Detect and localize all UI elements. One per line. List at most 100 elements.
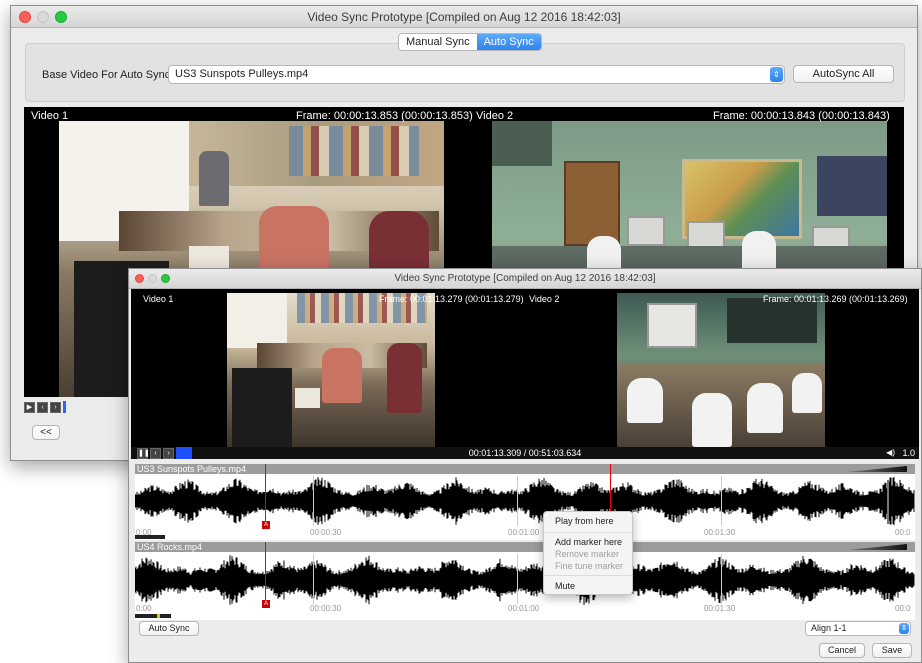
audio-track-1[interactable]: US3 Sunspots Pulleys.mp4 0:00 00:00:30 0… (135, 464, 915, 540)
tick-label: 00:01:30 (704, 528, 736, 537)
cabinet (564, 161, 620, 246)
tab-auto-sync[interactable]: Auto Sync (476, 34, 541, 50)
marker-badge[interactable]: A (262, 600, 270, 608)
cancel-button[interactable]: Cancel (819, 643, 865, 658)
menu-separator (544, 575, 632, 576)
grid-line (721, 554, 722, 604)
minimize-window-icon[interactable] (37, 11, 49, 23)
close-window-icon[interactable] (135, 274, 144, 283)
playback-bar: ❚❚ ‹ › 00:01:13.309 / 00:51:03.634 ◀) 1.… (131, 447, 919, 459)
menu-item-play-from-here[interactable]: Play from here (555, 516, 614, 526)
position-marker (157, 614, 160, 618)
student-figure (742, 231, 776, 271)
save-button[interactable]: Save (872, 643, 912, 658)
waveform-2[interactable] (135, 554, 915, 606)
tick-label: 00:00:30 (310, 528, 342, 537)
zoom-window-icon[interactable] (55, 11, 67, 23)
base-video-value: US3 Sunspots Pulleys.mp4 (175, 68, 309, 80)
tick-label: 00:01:00 (508, 604, 540, 613)
zoom-window-icon[interactable] (161, 274, 170, 283)
menu-item-add-marker[interactable]: Add marker here (555, 537, 622, 547)
track-1-header: US3 Sunspots Pulleys.mp4 (135, 464, 915, 474)
student-figure (322, 348, 362, 403)
whiteboard (227, 293, 287, 348)
tick-label: 00:01:00 (508, 528, 540, 537)
video2-label: Video 2 (529, 294, 560, 304)
menu-item-remove-marker: Remove marker (555, 549, 620, 559)
tab-manual-sync[interactable]: Manual Sync (399, 34, 477, 50)
waveform-path (135, 555, 915, 605)
tick-label: 00:00:30 (310, 604, 342, 613)
title-bar: Video Sync Prototype [Compiled on Aug 12… (129, 269, 921, 289)
student-figure (747, 383, 783, 433)
tick-label: 00:01:30 (704, 604, 736, 613)
back-button[interactable]: << (32, 425, 60, 440)
video-player-area: Video 1 Frame: 00:01:13.279 (00:01:13.27… (131, 289, 919, 447)
window-title: Video Sync Prototype [Compiled on Aug 12… (307, 10, 621, 24)
step-back-icon[interactable]: ‹ (37, 401, 48, 413)
minimize-window-icon[interactable] (148, 274, 157, 283)
context-menu: Play from here Add marker here Remove ma… (543, 511, 633, 595)
track-2-header: US4 Rocks.mp4 (135, 542, 915, 552)
menu-item-mute[interactable]: Mute (555, 581, 575, 591)
student-figure (692, 393, 732, 447)
base-video-label: Base Video For Auto Sync: (42, 69, 174, 81)
playback-speed[interactable]: 1.0 (902, 447, 915, 459)
video1-label: Video 1 (31, 110, 69, 122)
track-2-filename: US4 Rocks.mp4 (137, 542, 203, 552)
playback-controls: ▶ ‹ › (24, 401, 66, 413)
position-indicator (135, 614, 171, 618)
end-marker (887, 480, 889, 524)
sync-marker[interactable] (265, 542, 266, 608)
step-forward-icon[interactable]: › (50, 401, 61, 413)
window-title: Video Sync Prototype [Compiled on Aug 12… (394, 273, 656, 284)
box (295, 388, 320, 408)
close-window-icon[interactable] (19, 11, 31, 23)
marker-badge[interactable]: A (262, 521, 270, 529)
track-1-filename: US3 Sunspots Pulleys.mp4 (137, 464, 247, 474)
video2-frame-time: Frame: 00:01:13.269 (00:01:13.269) (763, 294, 908, 304)
projector-screen (647, 303, 697, 348)
computer-monitor (627, 216, 665, 246)
playhead-marker[interactable] (63, 401, 66, 413)
chalkboard (727, 298, 817, 343)
grid-line (517, 476, 518, 526)
waveform-path (135, 476, 915, 526)
video2-frame-time: Frame: 00:00:13.843 (00:00:13.843) (713, 110, 890, 122)
tick-label: 0:00 (136, 604, 152, 613)
student-figure (627, 378, 663, 423)
position-indicator (135, 535, 165, 539)
posters (289, 126, 419, 176)
menu-item-fine-tune-marker: Fine tune marker (555, 561, 624, 571)
video1-frame-time: Frame: 00:00:13.853 (00:00:13.853) (296, 110, 473, 122)
timecode: 00:01:13.309 / 00:51:03.634 (468, 448, 582, 458)
video1-frame (227, 293, 435, 447)
base-video-select[interactable]: US3 Sunspots Pulleys.mp4 ⇕ (168, 65, 785, 84)
sync-marker[interactable] (265, 464, 266, 528)
audio-track-2[interactable]: US4 Rocks.mp4 0:00 00:00:30 00:01:00 00:… (135, 542, 915, 620)
video2-label: Video 2 (476, 110, 514, 122)
autosync-all-button[interactable]: AutoSync All (793, 65, 894, 83)
play-icon[interactable]: ▶ (24, 401, 35, 413)
student-figure (387, 343, 422, 413)
projector (232, 368, 292, 447)
grid-line (313, 554, 314, 604)
teacher-figure (199, 151, 229, 206)
manual-sync-window: Video Sync Prototype [Compiled on Aug 12… (128, 268, 922, 663)
tick-label: 00:0 (895, 604, 911, 613)
video1-frame-time: Frame: 00:01:13.279 (00:01:13.279) (379, 294, 524, 304)
grid-line (517, 554, 518, 604)
grid-line (313, 476, 314, 526)
auto-sync-button[interactable]: Auto Sync (139, 621, 199, 636)
window-frame (492, 121, 552, 166)
waveform-1[interactable] (135, 476, 915, 526)
updown-chevron-icon: ⇕ (899, 623, 909, 634)
volume-icon[interactable]: ◀) (886, 448, 895, 457)
video1-label: Video 1 (143, 294, 174, 304)
student-figure (792, 373, 822, 413)
align-value: Align 1-1 (811, 623, 847, 633)
wall-map (817, 156, 887, 216)
align-select[interactable]: Align 1-1 ⇕ (805, 621, 911, 636)
sync-mode-tabs: Manual Sync Auto Sync (398, 33, 542, 51)
tick-label: 00:0 (895, 528, 911, 537)
